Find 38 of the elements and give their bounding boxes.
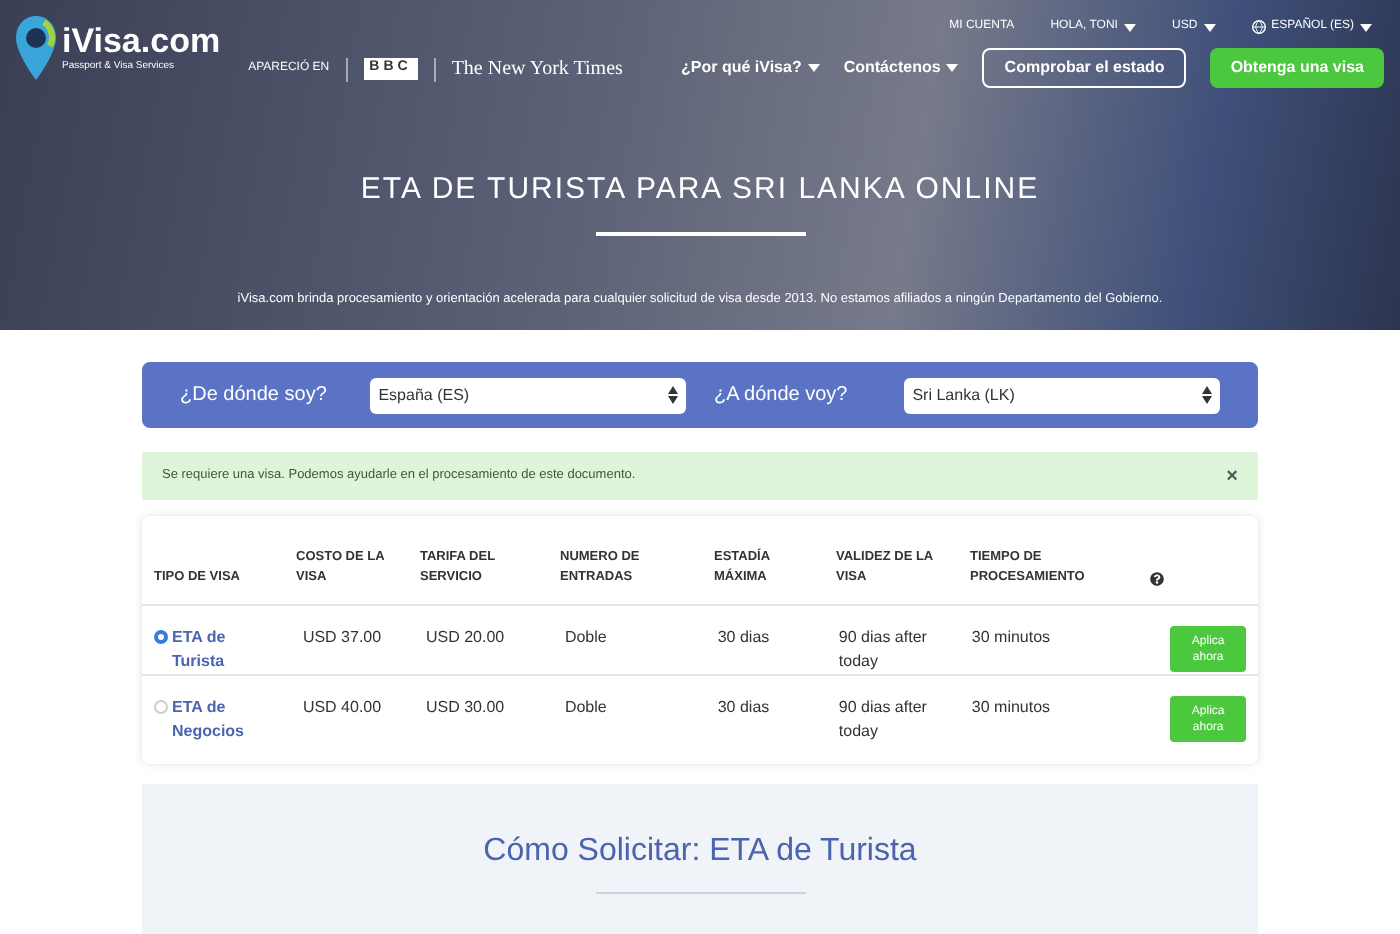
table-cell-text: USD 40.00 [302,696,384,720]
caret-icon [1203,23,1216,31]
caret-icon [1123,23,1136,31]
select-arrows-icon [668,386,678,404]
globe-icon [1251,20,1266,34]
visa-radio[interactable] [154,700,168,714]
nav-menu-link[interactable]: Contáctenos [843,56,959,80]
destination-select[interactable]: Sri Lanka (LK) [904,377,1220,413]
table-cell-text: USD 20.00 [425,626,507,650]
origin-select[interactable]: España (ES) [370,377,686,413]
caret-icon [807,64,820,72]
table-cell-text: 90 dias after today [838,626,929,674]
table-cell-text: 30 dias [717,696,772,720]
destination-label: ¿A dónde voy? [714,382,850,410]
table-cell-text: 90 dias after today [838,696,929,744]
table-cell-text: 30 minutos [971,696,1053,720]
table-cell-text: 30 minutos [971,626,1053,650]
visa-radio[interactable] [154,630,168,644]
table-cell-text: USD 37.00 [302,626,384,650]
table-cell-text: Doble [564,626,609,650]
caret-icon [946,64,959,72]
close-button[interactable]: × [1226,461,1238,491]
section-title: Cómo Solicitar: ETA de Turista [483,832,917,872]
check-status-button[interactable]: Comprobar el estado [982,48,1187,88]
caret-icon [1360,23,1372,31]
logo-text: iVisa.com [62,24,221,60]
nav-menu-link[interactable]: ¿Por qué iVisa? [681,56,820,80]
table-cell-text: Doble [564,696,609,720]
logo-pin-icon [16,16,56,80]
press-logo: The New York Times [451,56,623,84]
select-arrows-icon [1202,386,1212,404]
table-cell-text: 30 dias [717,626,772,650]
origin-label: ¿De dónde soy? [180,382,329,410]
hero-title: ETA DE TURISTA PARA SRI LANKA ONLINE [358,170,1042,210]
table-cell-text: USD 30.00 [425,696,507,720]
visa-type-link[interactable]: ETA de Turista [172,626,252,674]
help-icon [1150,572,1164,586]
visa-type-link[interactable]: ETA de Negocios [172,696,252,744]
